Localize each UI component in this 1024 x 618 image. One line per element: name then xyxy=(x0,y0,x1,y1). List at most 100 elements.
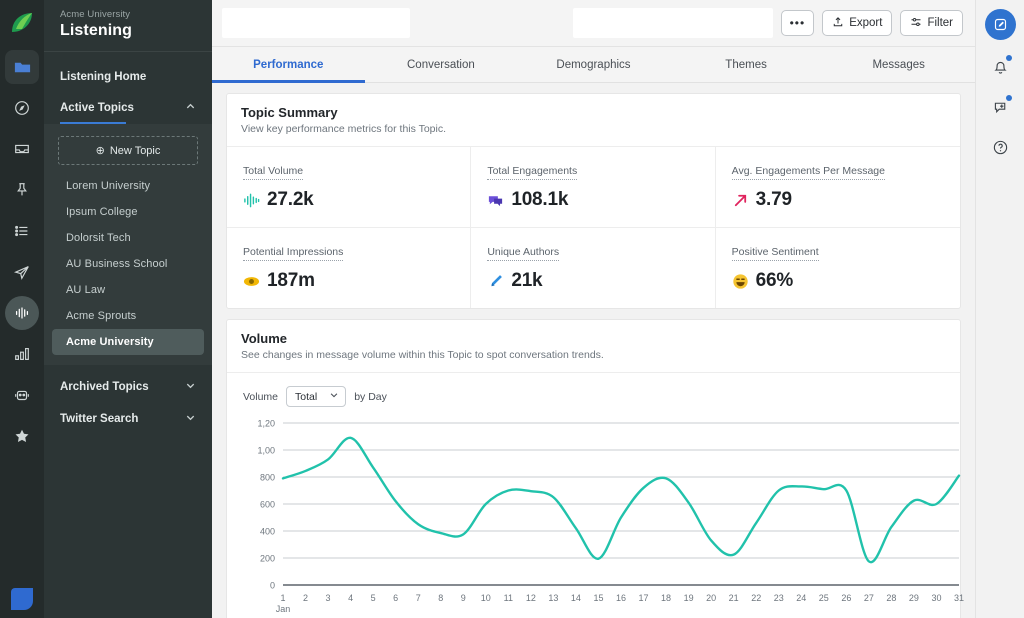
tab-performance[interactable]: Performance xyxy=(212,47,365,82)
chevron-down-icon[interactable] xyxy=(185,412,196,426)
chevron-up-icon[interactable] xyxy=(185,101,196,115)
list-icon[interactable] xyxy=(5,214,39,248)
chevron-down-icon[interactable] xyxy=(185,380,196,394)
export-button[interactable]: Export xyxy=(822,10,892,36)
filter-icon xyxy=(910,16,922,31)
svg-text:24: 24 xyxy=(796,593,806,603)
svg-text:8: 8 xyxy=(438,593,443,603)
help-circle-icon[interactable] xyxy=(987,134,1013,160)
metric-value-row: 187m xyxy=(243,270,454,292)
svg-text:21: 21 xyxy=(729,593,739,603)
pin-icon[interactable] xyxy=(5,173,39,207)
svg-text:6: 6 xyxy=(393,593,398,603)
tab-conversation[interactable]: Conversation xyxy=(365,47,518,82)
metric-total-engagements: Total Engagements 108.1k xyxy=(471,147,715,228)
svg-text:2: 2 xyxy=(303,593,308,603)
svg-text:800: 800 xyxy=(260,473,275,483)
metric-label: Potential Impressions xyxy=(243,246,343,261)
topic-selector-placeholder[interactable] xyxy=(222,8,410,38)
tab-label: Themes xyxy=(725,59,767,71)
metric-avg-engagements-per-message: Avg. Engagements Per Message 3.79 xyxy=(716,147,960,228)
volume-type-value: Total xyxy=(295,391,317,403)
svg-text:Jan: Jan xyxy=(276,604,291,614)
bar-chart-icon[interactable] xyxy=(5,337,39,371)
sidebar-section-archived-topics[interactable]: Archived Topics xyxy=(44,371,212,403)
send-icon[interactable] xyxy=(5,255,39,289)
sidebar-section-label: Archived Topics xyxy=(60,381,149,393)
export-label: Export xyxy=(849,17,882,29)
svg-text:15: 15 xyxy=(593,593,603,603)
tab-demographics[interactable]: Demographics xyxy=(517,47,670,82)
main-content: ••• Export Filter Performance Conversati… xyxy=(212,0,975,618)
active-topics-list: ⊕New Topic Lorem University Ipsum Colleg… xyxy=(44,124,212,365)
metric-label: Total Engagements xyxy=(487,165,577,180)
smiley-face-icon xyxy=(732,273,749,290)
svg-text:11: 11 xyxy=(504,593,513,603)
notification-badge xyxy=(1006,55,1012,61)
page-title: Listening xyxy=(60,22,196,40)
filter-button[interactable]: Filter xyxy=(900,10,963,36)
chart-canvas: 02004006008001,001,201234567891011121314… xyxy=(243,415,969,618)
metrics-grid: Total Volume 27.2k Total Engagements xyxy=(227,147,960,308)
top-toolbar: ••• Export Filter xyxy=(212,0,975,47)
tab-messages[interactable]: Messages xyxy=(822,47,975,82)
metric-label: Unique Authors xyxy=(487,246,559,261)
svg-text:25: 25 xyxy=(819,593,829,603)
svg-text:4: 4 xyxy=(348,593,353,603)
inbox-icon[interactable] xyxy=(5,132,39,166)
star-badge-icon[interactable] xyxy=(5,419,39,453)
svg-text:200: 200 xyxy=(260,554,275,564)
compass-icon[interactable] xyxy=(5,91,39,125)
metric-value: 108.1k xyxy=(511,189,568,211)
metric-value-row: 108.1k xyxy=(487,189,698,211)
rail-icon-list xyxy=(0,50,44,453)
svg-text:17: 17 xyxy=(639,593,649,603)
svg-text:600: 600 xyxy=(260,500,275,510)
volume-line-chart[interactable]: 02004006008001,001,201234567891011121314… xyxy=(243,415,944,618)
message-plus-icon[interactable] xyxy=(987,94,1013,120)
bell-icon[interactable] xyxy=(987,54,1013,80)
sidebar-topic-item[interactable]: AU Law xyxy=(52,277,204,303)
metric-unique-authors: Unique Authors 21k xyxy=(471,228,715,308)
sidebar-topic-item[interactable]: Ipsum College xyxy=(52,199,204,225)
robot-icon[interactable] xyxy=(5,378,39,412)
svg-text:28: 28 xyxy=(886,593,896,603)
date-range-placeholder[interactable] xyxy=(573,8,773,38)
app-square-icon[interactable] xyxy=(0,588,44,610)
chevron-down-icon xyxy=(329,390,339,403)
sidebar-topic-item[interactable]: Dolorsit Tech xyxy=(52,225,204,251)
sidebar-topic-item[interactable]: AU Business School xyxy=(52,251,204,277)
tab-label: Conversation xyxy=(407,59,475,71)
metric-value: 187m xyxy=(267,270,315,292)
svg-text:12: 12 xyxy=(526,593,536,603)
sidebar-item-listening-home[interactable]: Listening Home xyxy=(44,62,212,92)
sidebar-topic-item-selected[interactable]: Acme University xyxy=(52,329,204,355)
metric-value-row: 27.2k xyxy=(243,189,454,211)
tab-themes[interactable]: Themes xyxy=(670,47,823,82)
new-topic-label: New Topic xyxy=(110,145,161,157)
sidebar-section-active-topics[interactable]: Active Topics xyxy=(44,92,212,122)
svg-text:9: 9 xyxy=(461,593,466,603)
volume-title: Volume xyxy=(241,331,946,346)
folder-icon[interactable] xyxy=(5,50,39,84)
sidebar-topic-item[interactable]: Acme Sprouts xyxy=(52,303,204,329)
svg-text:1,00: 1,00 xyxy=(257,446,275,456)
new-topic-button[interactable]: ⊕New Topic xyxy=(58,136,198,165)
filter-label: Filter xyxy=(927,17,953,29)
svg-text:20: 20 xyxy=(706,593,716,603)
volume-control-suffix: by Day xyxy=(354,391,387,403)
svg-text:10: 10 xyxy=(481,593,491,603)
compose-pencil-icon[interactable] xyxy=(985,9,1016,40)
more-options-button[interactable]: ••• xyxy=(781,10,815,36)
metric-value: 21k xyxy=(511,270,542,292)
sidebar-section-twitter-search[interactable]: Twitter Search xyxy=(44,403,212,435)
tab-label: Demographics xyxy=(556,59,630,71)
volume-type-select[interactable]: Total xyxy=(286,386,346,407)
svg-text:0: 0 xyxy=(270,581,275,591)
svg-text:16: 16 xyxy=(616,593,626,603)
svg-text:19: 19 xyxy=(684,593,694,603)
soundwave-icon[interactable] xyxy=(5,296,39,330)
tab-bar: Performance Conversation Demographics Th… xyxy=(212,47,975,83)
sidebar-topic-item[interactable]: Lorem University xyxy=(52,173,204,199)
sprout-leaf-logo[interactable] xyxy=(9,10,35,36)
